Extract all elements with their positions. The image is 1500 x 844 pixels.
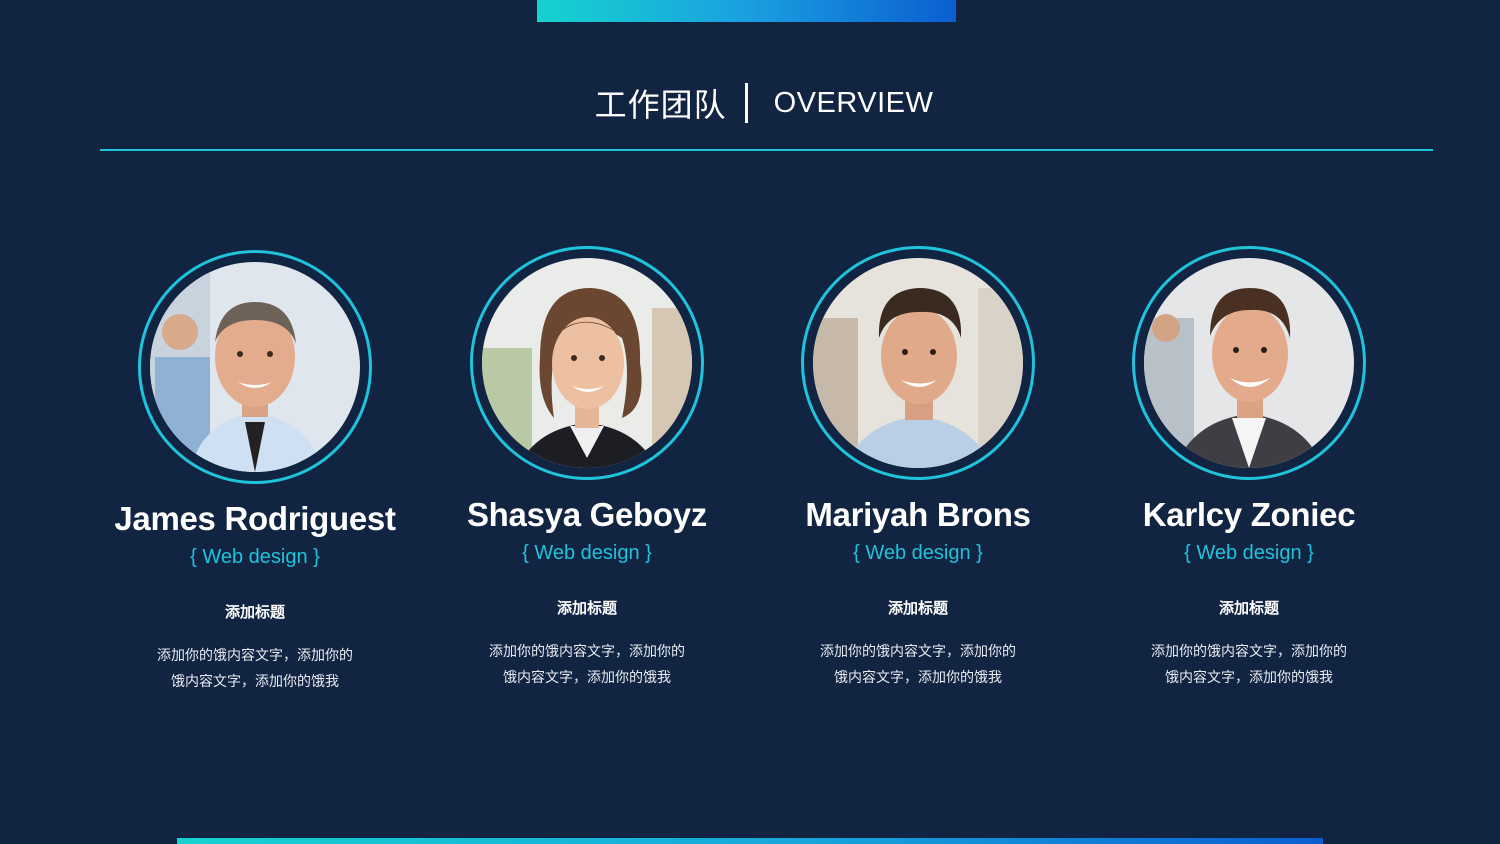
team-card-4: Karlcy Zoniec { Web design } 添加标题 添加你的饿内… bbox=[1084, 246, 1414, 690]
member-role: { Web design } bbox=[853, 542, 983, 564]
avatar-frame bbox=[138, 250, 372, 484]
member-heading: 添加标题 bbox=[556, 600, 617, 617]
member-description: 添加你的饿内容文字，添加你的饿内容文字，添加你的饿我 bbox=[1151, 643, 1347, 685]
smiling-woman-photo bbox=[482, 258, 692, 468]
member-heading: 添加标题 bbox=[224, 604, 285, 621]
smiling-man-suit-photo bbox=[1144, 258, 1354, 468]
avatar-frame bbox=[801, 246, 1035, 480]
smiling-man-photo bbox=[813, 258, 1023, 468]
member-description: 添加你的饿内容文字，添加你的饿内容文字，添加你的饿我 bbox=[820, 643, 1016, 685]
avatar-frame bbox=[470, 246, 704, 480]
avatar-frame bbox=[1132, 246, 1366, 480]
team-card-3: Mariyah Brons { Web design } 添加标题 添加你的饿内… bbox=[753, 246, 1083, 690]
bottom-accent-bar bbox=[177, 838, 1323, 844]
page-title: 工作团队 OVERVIEW bbox=[0, 80, 1500, 126]
member-role: { Web design } bbox=[190, 546, 320, 568]
team-card-2: Shasya Geboyz { Web design } 添加标题 添加你的饿内… bbox=[422, 246, 752, 690]
member-role: { Web design } bbox=[1184, 542, 1314, 564]
member-name: Karlcy Zoniec bbox=[1142, 496, 1356, 533]
page-title-english: OVERVIEW bbox=[773, 86, 934, 119]
top-accent-bar bbox=[537, 0, 956, 22]
member-name: Mariyah Brons bbox=[805, 496, 1031, 533]
member-description: 添加你的饿内容文字，添加你的饿内容文字，添加你的饿我 bbox=[489, 643, 685, 685]
team-card-1: James Rodriguest { Web design } 添加标题 添加你… bbox=[90, 250, 420, 694]
member-name: Shasya Geboyz bbox=[466, 496, 708, 533]
member-name: James Rodriguest bbox=[114, 500, 396, 537]
member-description: 添加你的饿内容文字，添加你的饿内容文字，添加你的饿我 bbox=[157, 647, 353, 689]
member-role: { Web design } bbox=[522, 542, 652, 564]
member-heading: 添加标题 bbox=[887, 600, 948, 617]
header-rule bbox=[100, 149, 1433, 151]
page-title-chinese: 工作团队 bbox=[594, 87, 727, 123]
member-heading: 添加标题 bbox=[1218, 600, 1279, 617]
man-with-tie-photo bbox=[150, 262, 360, 472]
title-divider bbox=[744, 83, 748, 123]
